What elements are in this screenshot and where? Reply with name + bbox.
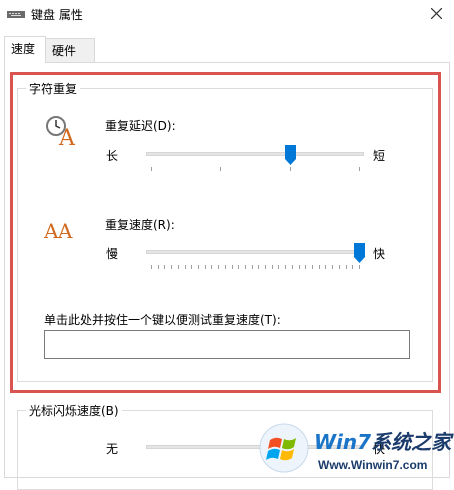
- windows-logo-icon: [259, 423, 309, 473]
- tick: [359, 265, 360, 269]
- watermark-brand-rest: 系统之家: [371, 430, 452, 454]
- tick: [231, 265, 233, 269]
- tick: [177, 265, 179, 269]
- watermark: Win7系统之家 Www.Winwin7.com: [258, 422, 454, 478]
- tick: [184, 265, 186, 269]
- window-title: 键盘 属性: [31, 8, 83, 22]
- tick: [157, 265, 159, 269]
- close-icon: [431, 8, 442, 19]
- tick: [258, 265, 260, 269]
- tick: [318, 265, 320, 269]
- test-repeat-label: 单击此处并按住一个键以便测试重复速度(T):: [44, 313, 281, 327]
- watermark-url: Www.Winwin7.com: [318, 458, 428, 472]
- tick: [271, 265, 273, 269]
- test-repeat-input[interactable]: [44, 330, 410, 359]
- repeat-delay-max-label: 短: [373, 149, 386, 163]
- tick: [218, 265, 220, 269]
- tick: [352, 265, 354, 269]
- svg-text:A: A: [57, 219, 73, 242]
- watermark-brand-win: Win7: [314, 430, 372, 454]
- tick: [204, 265, 206, 269]
- tick: [285, 265, 287, 269]
- tick: [305, 265, 307, 269]
- tick: [359, 167, 360, 171]
- tick: [332, 265, 334, 269]
- tick: [164, 265, 166, 269]
- tab-hardware-label: 硬件: [52, 44, 77, 58]
- tab-speed-label: 速度: [11, 42, 36, 56]
- svg-text:A: A: [58, 126, 76, 146]
- tick: [238, 265, 240, 269]
- tick: [191, 265, 193, 269]
- repeat-rate-max-label: 快: [373, 247, 386, 261]
- repeat-rate-slider-thumb[interactable]: [354, 243, 365, 263]
- repeat-delay-slider-thumb[interactable]: [285, 145, 296, 165]
- repeat-rate-min-label: 慢: [106, 247, 119, 261]
- tab-strip: 硬件 速度: [0, 36, 454, 63]
- repeat-delay-label: 重复延迟(D):: [105, 119, 176, 133]
- tick: [151, 167, 152, 171]
- cursor-blink-legend: 光标闪烁速度(B): [26, 402, 122, 419]
- repeat-delay-track[interactable]: [146, 152, 364, 156]
- tick: [265, 265, 267, 269]
- cursor-blink-min-label: 无: [106, 442, 119, 456]
- keyboard-icon: [7, 11, 25, 18]
- tick: [312, 265, 314, 269]
- tick: [171, 265, 173, 269]
- tick: [151, 265, 152, 269]
- tick: [345, 265, 347, 269]
- repeat-delay-min-label: 长: [106, 149, 119, 163]
- close-button[interactable]: [422, 0, 452, 28]
- tick: [251, 265, 253, 269]
- watermark-brand: Win7系统之家: [314, 426, 451, 455]
- repeat-rate-track[interactable]: [146, 250, 364, 254]
- tab-speed[interactable]: 速度: [4, 36, 46, 63]
- char-repeat-legend: 字符重复: [26, 80, 81, 97]
- tick: [290, 167, 291, 171]
- tick: [244, 265, 246, 269]
- tick: [298, 265, 300, 269]
- tick: [278, 265, 280, 269]
- clock-a-icon: A: [46, 116, 76, 146]
- tick: [197, 265, 199, 269]
- tick: [211, 265, 213, 269]
- double-a-icon: A A: [44, 219, 73, 242]
- title-bar: 键盘 属性: [0, 0, 454, 30]
- tick: [338, 265, 340, 269]
- tick: [220, 167, 221, 171]
- svg-text:A: A: [44, 219, 59, 242]
- repeat-rate-label: 重复速度(R):: [105, 218, 175, 232]
- tick: [291, 265, 293, 269]
- tick: [325, 265, 327, 269]
- tab-hardware[interactable]: 硬件: [45, 38, 95, 62]
- tick: [224, 265, 226, 269]
